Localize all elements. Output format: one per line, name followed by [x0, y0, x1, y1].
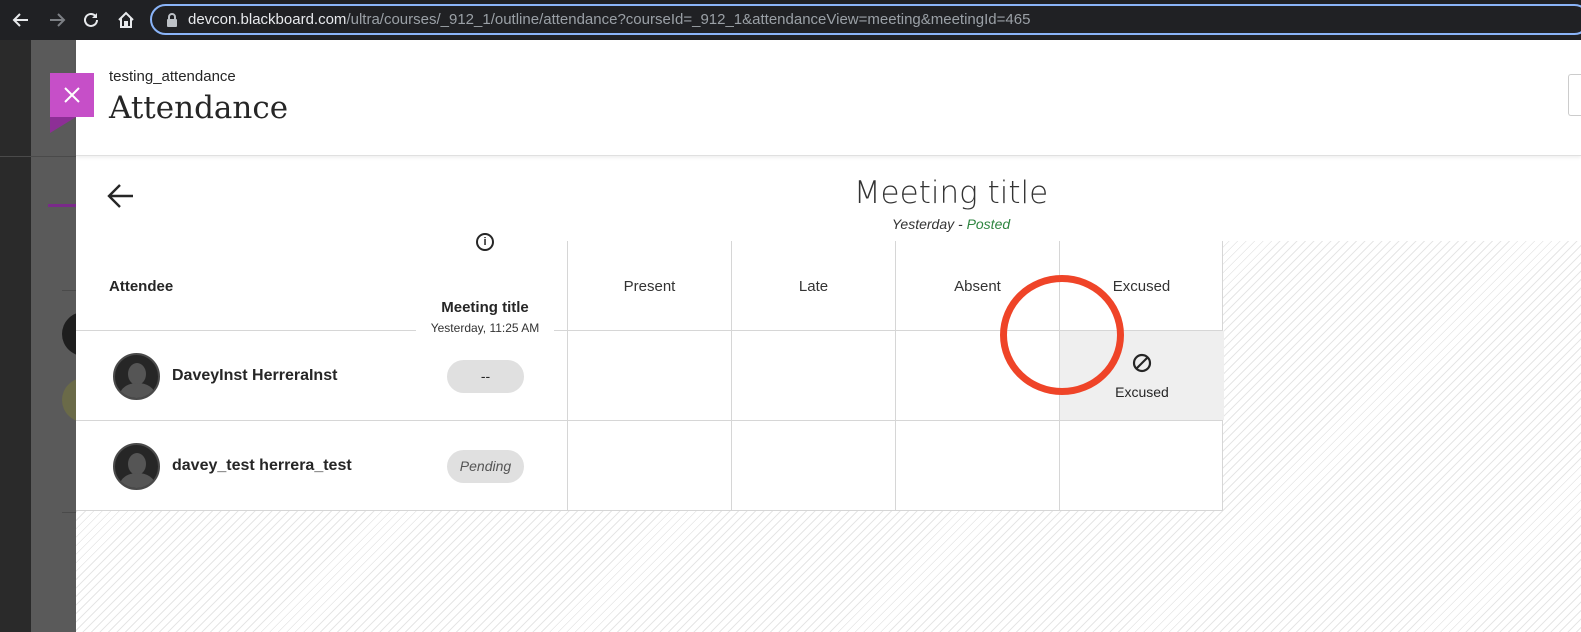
avatar: [113, 443, 160, 490]
table-row: davey_test herrera_test Pending: [76, 421, 1223, 511]
late-cell[interactable]: [731, 421, 895, 511]
present-cell[interactable]: [567, 421, 731, 511]
meeting-info-icon[interactable]: i: [476, 233, 494, 251]
absent-cell[interactable]: [895, 421, 1059, 511]
close-button[interactable]: [50, 73, 94, 117]
attendee-name: DaveyInst HerreraInst: [172, 367, 338, 384]
close-icon: [64, 87, 80, 103]
excused-cell[interactable]: [1059, 421, 1223, 511]
meeting-date: Yesterday: [891, 216, 955, 232]
meeting-status: Posted: [966, 216, 1011, 232]
meeting-subtitle: Yesterday - Posted: [76, 216, 1581, 232]
present-cell[interactable]: [567, 331, 731, 420]
browser-toolbar: devcon.blackboard.com/ultra/courses/_912…: [0, 0, 1581, 40]
late-column-header: Late: [731, 241, 895, 330]
column-label: Late: [798, 278, 829, 295]
background-tab-indicator: [48, 204, 78, 207]
avatar: [113, 353, 160, 400]
close-button-tail: [50, 117, 76, 133]
meeting-column-title: Meeting title: [441, 299, 529, 316]
attendance-panel: testing_attendance Attendance Meeting ti…: [76, 40, 1581, 632]
late-cell[interactable]: [731, 331, 895, 420]
header-control[interactable]: [1568, 74, 1581, 116]
back-icon[interactable]: [9, 8, 33, 32]
page-title: Attendance: [109, 90, 289, 126]
reload-icon[interactable]: [79, 8, 103, 32]
url-host: devcon.blackboard.com: [188, 11, 347, 28]
background-sidebar: [0, 40, 31, 632]
meeting-header: Meeting title Yesterday - Posted: [76, 161, 1581, 241]
address-bar[interactable]: devcon.blackboard.com/ultra/courses/_912…: [150, 4, 1581, 35]
meeting-separator: -: [954, 216, 967, 232]
attendee-name: davey_test herrera_test: [172, 457, 352, 474]
url-text: devcon.blackboard.com/ultra/courses/_912…: [188, 11, 1030, 28]
excused-icon: [1131, 352, 1153, 379]
panel-header: testing_attendance Attendance: [76, 40, 1581, 156]
meeting-title: Meeting title: [853, 175, 1049, 211]
home-icon[interactable]: [114, 8, 138, 32]
forward-icon[interactable]: [45, 8, 69, 32]
present-column-header: Present: [567, 241, 731, 330]
attendance-status-pill[interactable]: Pending: [447, 450, 524, 483]
highlight-circle: [1000, 275, 1124, 395]
attendee-column-header[interactable]: Attendee: [109, 278, 173, 295]
attendance-status-pill[interactable]: --: [447, 360, 524, 393]
column-label: Present: [623, 278, 676, 295]
lock-icon: [166, 13, 178, 32]
course-name: testing_attendance: [109, 68, 236, 85]
url-path: /ultra/courses/_912_1/outline/attendance…: [346, 11, 1031, 28]
